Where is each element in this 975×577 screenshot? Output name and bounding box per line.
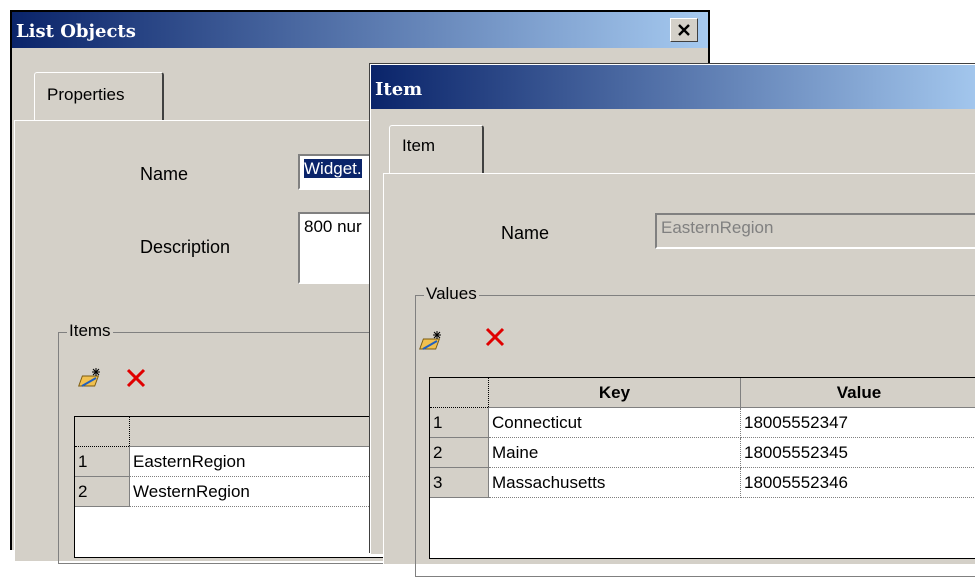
values-grid: Key Value 1 Connecticut 18005552347 2 Ma…	[429, 377, 975, 559]
item-name-field[interactable]: EasternRegion	[655, 213, 975, 249]
table-row[interactable]: 1 EasternRegion	[75, 447, 387, 477]
value-cell[interactable]: 18005552345	[741, 438, 975, 468]
value-cell[interactable]: 18005552347	[741, 408, 975, 438]
grid-corner	[430, 378, 489, 408]
item-name-field-value: EasternRegion	[661, 218, 773, 237]
item-titlebar[interactable]: Item	[371, 65, 975, 109]
key-cell[interactable]: Maine	[489, 438, 741, 468]
row-number: 1	[430, 408, 489, 438]
value-cell[interactable]: 18005552346	[741, 468, 975, 498]
value-column-header[interactable]: Value	[741, 378, 975, 408]
table-row[interactable]: 1 Connecticut 18005552347	[430, 408, 975, 438]
new-item-icon[interactable]	[419, 329, 443, 353]
close-icon	[677, 23, 691, 37]
table-row[interactable]: 3 Massachusetts 18005552346	[430, 468, 975, 498]
tab-item-label: Item	[402, 136, 435, 155]
description-label: Description	[140, 237, 230, 258]
items-group-label: Items	[67, 321, 113, 341]
row-number: 3	[430, 468, 489, 498]
value-column-header-label: Value	[837, 383, 881, 402]
item-window: Item Item Name EasternRegion Values Key …	[370, 64, 975, 554]
name-label: Name	[140, 164, 188, 185]
list-objects-title: List Objects	[16, 21, 136, 42]
row-number: 1	[75, 447, 130, 477]
key-cell[interactable]: Massachusetts	[489, 468, 741, 498]
delete-icon[interactable]	[483, 325, 507, 349]
close-button[interactable]	[670, 18, 698, 42]
row-number: 2	[430, 438, 489, 468]
name-field[interactable]: Widget.	[298, 154, 378, 190]
tab-properties-label: Properties	[47, 85, 124, 104]
item-name-label: Name	[501, 223, 549, 244]
values-group-label: Values	[424, 284, 479, 304]
name-field-value: Widget.	[304, 159, 362, 178]
delete-icon[interactable]	[124, 366, 148, 390]
key-cell[interactable]: Connecticut	[489, 408, 741, 438]
key-column-header[interactable]: Key	[489, 378, 741, 408]
description-field-value: 800 nur	[304, 217, 362, 236]
tab-properties[interactable]: Properties	[34, 72, 164, 122]
table-row[interactable]: 2 WesternRegion	[75, 477, 387, 507]
tab-item[interactable]: Item	[389, 125, 484, 175]
list-objects-titlebar[interactable]: List Objects	[12, 12, 708, 48]
description-field[interactable]: 800 nur	[298, 212, 378, 284]
items-column-header[interactable]: It	[130, 417, 387, 447]
row-number: 2	[75, 477, 130, 507]
key-column-header-label: Key	[599, 383, 630, 402]
table-row[interactable]: 2 Maine 18005552345	[430, 438, 975, 468]
table-cell[interactable]: WesternRegion	[130, 477, 387, 507]
item-title: Item	[375, 79, 422, 100]
new-item-icon[interactable]	[78, 366, 102, 390]
table-cell[interactable]: EasternRegion	[130, 447, 387, 477]
grid-corner	[75, 417, 130, 447]
